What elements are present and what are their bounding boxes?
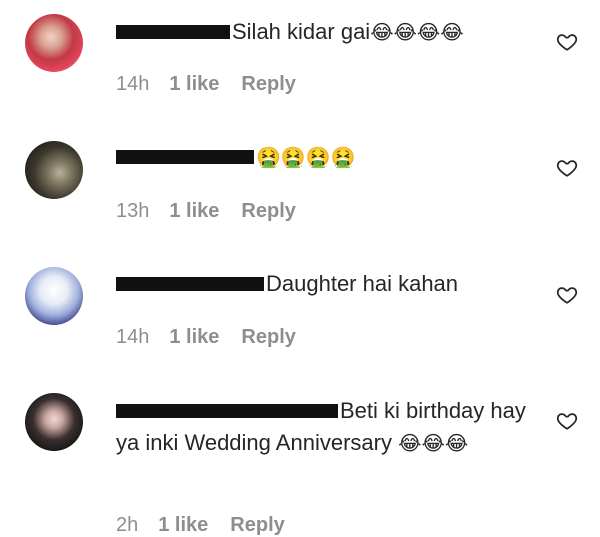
comment-body: Beti ki birthday hay ya inki Wedding Ann… [116, 395, 536, 459]
comment-meta: 14h 1 like Reply [116, 73, 296, 96]
heart-icon[interactable] [556, 31, 578, 53]
reply-button[interactable]: Reply [241, 200, 295, 223]
avatar[interactable] [25, 14, 83, 72]
comment-text: Silah kidar gai [232, 19, 371, 44]
comment-body: Daughter hai kahan [116, 268, 536, 300]
comment-meta: 13h 1 like Reply [116, 200, 296, 223]
heart-icon[interactable] [556, 157, 578, 179]
emoji-text: 😂😂😂 [398, 431, 469, 455]
likes-count[interactable]: 1 like [158, 514, 208, 537]
timestamp: 13h [116, 200, 150, 222]
avatar[interactable] [25, 393, 83, 451]
redacted-username [116, 277, 264, 292]
heart-icon[interactable] [556, 284, 578, 306]
reply-button[interactable]: Reply [241, 73, 295, 96]
likes-count[interactable]: 1 like [169, 200, 219, 223]
redacted-username [116, 150, 254, 165]
comment-meta: 14h 1 like Reply [116, 326, 296, 349]
emoji-text: 😂😂😂😂 [370, 20, 464, 44]
likes-count[interactable]: 1 like [169, 73, 219, 96]
likes-count[interactable]: 1 like [169, 326, 219, 349]
reply-button[interactable]: Reply [241, 326, 295, 349]
heart-icon[interactable] [556, 410, 578, 432]
redacted-username [116, 404, 338, 419]
timestamp: 14h [116, 73, 150, 95]
comment-body: Silah kidar gai😂😂😂😂 [116, 16, 536, 48]
timestamp: 2h [116, 514, 139, 536]
comment-body: 🤮🤮🤮🤮 [116, 141, 536, 173]
reply-button[interactable]: Reply [230, 514, 284, 537]
avatar[interactable] [25, 141, 83, 199]
emoji-text: 🤮🤮🤮🤮 [256, 145, 356, 169]
comment-meta: 2h 1 like Reply [116, 514, 285, 537]
redacted-username [116, 25, 230, 40]
avatar[interactable] [25, 267, 83, 325]
comment-text: Daughter hai kahan [266, 271, 459, 296]
timestamp: 14h [116, 326, 150, 348]
